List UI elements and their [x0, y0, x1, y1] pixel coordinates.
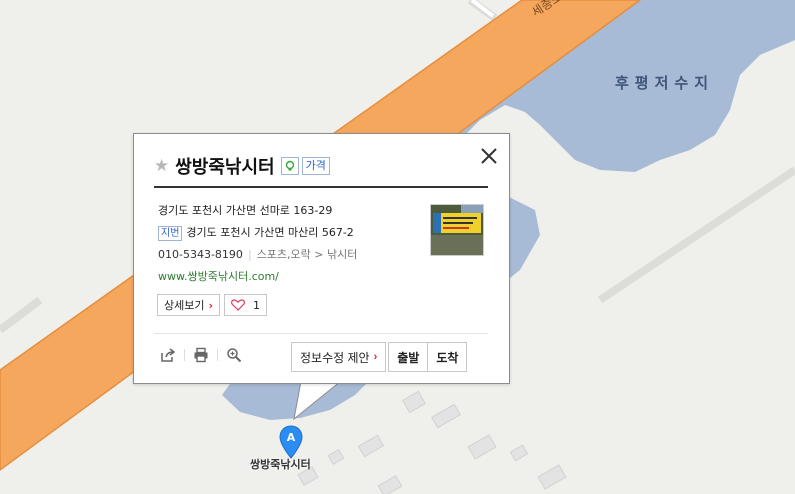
chevron-right-icon: › [373, 351, 378, 363]
website-link[interactable]: www.쌍방죽낚시터.com/ [158, 268, 418, 290]
reservoir-label: 후평저수지 [615, 74, 715, 92]
arrive-button[interactable]: 도착 [427, 342, 468, 372]
print-icon[interactable] [193, 347, 209, 363]
route-actions: 정보수정 제안 › 출발 도착 [291, 342, 468, 372]
place-title[interactable]: 쌍방죽낚시터 [175, 153, 274, 179]
title-divider [154, 186, 488, 188]
popup-tail [293, 381, 342, 421]
share-icon[interactable] [160, 347, 176, 363]
category-parent[interactable]: 스포츠,오락 [257, 248, 311, 261]
jibun-badge: 지번 [158, 226, 183, 241]
heart-icon [231, 299, 245, 311]
road-address: 경기도 포천시 가산면 선마로 163-29 [158, 204, 333, 217]
tool-icons [160, 347, 242, 363]
jibun-address: 경기도 포천시 가산면 마산리 567-2 [186, 226, 354, 239]
depart-button[interactable]: 출발 [388, 342, 429, 372]
phone-category-row: 010-5343-8190 | 스포츠,오락 > 낚시터 [158, 246, 418, 268]
place-photo[interactable] [430, 204, 484, 256]
place-marker[interactable]: A [279, 425, 303, 459]
detail-button[interactable]: 상세보기 › [157, 294, 221, 316]
chevron-right-icon: › [208, 298, 214, 312]
separator: | [247, 248, 252, 261]
detail-actions: 상세보기 › 1 [157, 294, 268, 316]
suggest-edit-button[interactable]: 정보수정 제안 › [291, 342, 387, 372]
marker-label: 쌍방죽낚시터 [250, 458, 311, 471]
like-button[interactable]: 1 [224, 294, 268, 316]
zoom-icon[interactable] [226, 347, 242, 363]
actions-divider [154, 333, 488, 334]
price-badge[interactable]: 가격 [301, 157, 330, 175]
phone-number: 010-5343-8190 [158, 248, 243, 261]
category-child[interactable]: 낚시터 [327, 248, 357, 261]
jibun-address-row: 지번 경기도 포천시 가산면 마산리 567-2 [158, 224, 418, 246]
place-details: 경기도 포천시 가산면 선마로 163-29 지번 경기도 포천시 가산면 마산리… [158, 202, 418, 290]
lightbulb-icon[interactable] [280, 157, 299, 175]
like-count: 1 [253, 298, 261, 312]
title-row: ★ 쌍방죽낚시터 가격 [154, 152, 330, 180]
category-arrow: > [314, 248, 324, 261]
star-icon[interactable]: ★ [154, 157, 169, 175]
place-info-popup: ★ 쌍방죽낚시터 가격 경기도 포천시 가산면 선마로 163-29 지번 경기도… [133, 133, 510, 384]
close-icon[interactable] [479, 146, 499, 166]
marker-letter: A [287, 431, 296, 444]
